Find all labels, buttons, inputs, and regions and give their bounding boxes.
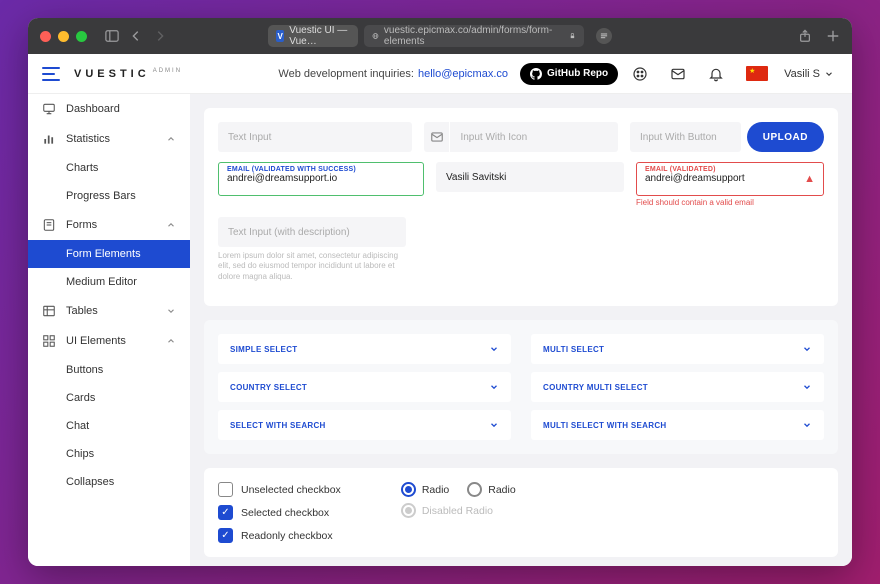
theme-icon[interactable] — [632, 66, 648, 82]
reader-icon[interactable] — [596, 28, 612, 44]
text-input[interactable] — [218, 122, 412, 152]
share-icon[interactable] — [798, 29, 812, 43]
chevron-down-icon — [489, 382, 499, 392]
sidebar-item-medium-editor[interactable]: Medium Editor — [28, 268, 190, 296]
email-error-field[interactable]: EMAIL (VALIDATED) andrei@dreamsupport ▲ — [636, 162, 824, 196]
checkbox-checked-icon: ✓ — [218, 528, 233, 543]
radio-checked-icon — [401, 482, 416, 497]
table-icon — [42, 304, 56, 318]
app-window: V Vuestic UI — Vue… vuestic.epicmax.co/a… — [28, 18, 852, 566]
user-menu[interactable]: Vasili S — [784, 68, 834, 80]
chevron-up-icon — [166, 220, 176, 230]
sidebar-item-statistics[interactable]: Statistics — [28, 124, 190, 154]
sidebar-item-ui-elements[interactable]: UI Elements — [28, 326, 190, 356]
bell-icon[interactable] — [708, 66, 724, 82]
sidebar-item-progress-bars[interactable]: Progress Bars — [28, 182, 190, 210]
new-tab-icon[interactable] — [826, 29, 840, 43]
back-icon[interactable] — [129, 29, 143, 43]
sidebar-item-charts[interactable]: Charts — [28, 154, 190, 182]
sidebar-item-tables[interactable]: Tables — [28, 296, 190, 326]
checkbox-readonly[interactable]: ✓Readonly checkbox — [218, 528, 341, 543]
radio-disabled: Disabled Radio — [401, 503, 516, 518]
sidebar-item-buttons[interactable]: Buttons — [28, 356, 190, 384]
input-with-icon[interactable] — [450, 122, 618, 152]
grid-icon — [42, 334, 56, 348]
email-success-field[interactable]: EMAIL (VALIDATED WITH SUCCESS) andrei@dr… — [218, 162, 424, 196]
desc-helper-text: Lorem ipsum dolor sit amet, consectetur … — [218, 251, 406, 282]
sidebar-item-forms[interactable]: Forms — [28, 210, 190, 240]
inquiry-email-link[interactable]: hello@epicmax.co — [418, 68, 508, 80]
zoom-window[interactable] — [76, 31, 87, 42]
sidebar-item-collapses[interactable]: Collapses — [28, 468, 190, 496]
lock-icon — [569, 32, 576, 40]
mail-icon[interactable] — [670, 66, 686, 82]
url-label: vuestic.epicmax.co/admin/forms/form-elem… — [384, 25, 564, 47]
inquiry-text: Web development inquiries: — [278, 68, 414, 80]
chevron-down-icon — [166, 306, 176, 316]
upload-button[interactable]: UPLOAD — [747, 122, 824, 152]
sidebar-item-cards[interactable]: Cards — [28, 384, 190, 412]
app-header: VUESTICADMIN Web development inquiries: … — [28, 54, 852, 94]
radio-icon — [467, 482, 482, 497]
menu-toggle[interactable] — [42, 67, 60, 81]
name-input[interactable] — [436, 162, 624, 192]
radio-disabled-icon — [401, 503, 416, 518]
checkbox-icon — [218, 482, 233, 497]
sidebar: Dashboard Statistics Charts Progress Bar… — [28, 94, 190, 566]
inputs-card: UPLOAD EMAIL (VALIDATED WITH SUCCESS) an… — [204, 108, 838, 306]
select-with-search[interactable]: SELECT WITH SEARCH — [218, 410, 511, 440]
github-icon — [530, 68, 542, 80]
titlebar: V Vuestic UI — Vue… vuestic.epicmax.co/a… — [28, 18, 852, 54]
desc-input[interactable] — [218, 217, 406, 247]
sidebar-toggle-icon[interactable] — [105, 29, 119, 43]
input-with-button[interactable] — [630, 122, 741, 152]
checks-card: Unselected checkbox ✓Selected checkbox ✓… — [204, 468, 838, 557]
browser-tab-1[interactable]: V Vuestic UI — Vue… — [268, 25, 358, 47]
checkbox-checked-icon: ✓ — [218, 505, 233, 520]
chevron-up-icon — [166, 134, 176, 144]
minimize-window[interactable] — [58, 31, 69, 42]
chevron-down-icon — [824, 69, 834, 79]
country-select[interactable]: COUNTRY SELECT — [218, 372, 511, 402]
chevron-up-icon — [166, 336, 176, 346]
radio-selected[interactable]: Radio — [401, 482, 449, 497]
logo: VUESTICADMIN — [74, 68, 182, 80]
sidebar-item-chips[interactable]: Chips — [28, 440, 190, 468]
warning-icon: ▲ — [804, 173, 815, 185]
multi-select[interactable]: MULTI SELECT — [531, 334, 824, 364]
country-multi-select[interactable]: COUNTRY MULTI SELECT — [531, 372, 824, 402]
chevron-down-icon — [802, 382, 812, 392]
selects-card: SIMPLE SELECT MULTI SELECT COUNTRY SELEC… — [204, 320, 838, 454]
main-content: UPLOAD EMAIL (VALIDATED WITH SUCCESS) an… — [190, 94, 852, 566]
close-window[interactable] — [40, 31, 51, 42]
sidebar-item-chat[interactable]: Chat — [28, 412, 190, 440]
chevron-down-icon — [802, 420, 812, 430]
form-icon — [42, 218, 56, 232]
monitor-icon — [42, 102, 56, 116]
globe-icon — [372, 32, 379, 40]
multi-select-with-search[interactable]: MULTI SELECT WITH SEARCH — [531, 410, 824, 440]
browser-tab-2[interactable]: vuestic.epicmax.co/admin/forms/form-elem… — [364, 25, 584, 47]
chevron-down-icon — [802, 344, 812, 354]
forward-icon — [153, 29, 167, 43]
radio-unselected[interactable]: Radio — [467, 482, 515, 497]
chevron-down-icon — [489, 344, 499, 354]
github-repo-button[interactable]: GitHub Repo — [520, 63, 618, 85]
simple-select[interactable]: SIMPLE SELECT — [218, 334, 511, 364]
sidebar-item-dashboard[interactable]: Dashboard — [28, 94, 190, 124]
language-flag[interactable] — [746, 66, 768, 81]
tab-label: Vuestic UI — Vue… — [289, 25, 350, 47]
checkbox-selected[interactable]: ✓Selected checkbox — [218, 505, 341, 520]
mail-prefix-icon — [424, 122, 449, 152]
sidebar-item-form-elements[interactable]: Form Elements — [28, 240, 190, 268]
error-message: Field should contain a valid email — [636, 198, 824, 207]
chevron-down-icon — [489, 420, 499, 430]
checkbox-unselected[interactable]: Unselected checkbox — [218, 482, 341, 497]
favicon: V — [276, 30, 284, 42]
bars-icon — [42, 132, 56, 146]
window-controls — [40, 31, 87, 42]
